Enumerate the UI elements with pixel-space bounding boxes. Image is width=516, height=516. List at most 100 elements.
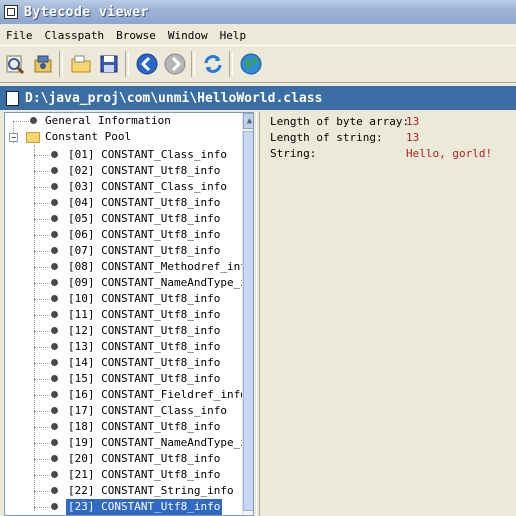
tree-node-pool-item[interactable]: [23] CONSTANT_Utf8_info — [5, 499, 241, 515]
tree-node-pool-item[interactable]: [19] CONSTANT_NameAndType_info — [5, 435, 253, 451]
splitter[interactable] — [256, 112, 260, 516]
tree-node-pool-item[interactable]: [01] CONSTANT_Class_info — [5, 147, 241, 163]
tree-node-pool-item[interactable]: [08] CONSTANT_Methodref_info — [5, 259, 253, 275]
tree-node-label: [04] CONSTANT_Utf8_info — [68, 196, 221, 209]
tree-node-label: General Information — [45, 114, 171, 127]
tree-line — [34, 203, 50, 205]
tree-line — [34, 475, 50, 477]
scroll-thumb[interactable] — [243, 131, 253, 511]
refresh-icon[interactable] — [200, 51, 226, 77]
menu-file[interactable]: File — [0, 29, 39, 42]
tree-node-label: [14] CONSTANT_Utf8_info — [68, 356, 221, 369]
tree-node-label: [10] CONSTANT_Utf8_info — [68, 292, 221, 305]
node-bullet-icon — [51, 439, 58, 446]
tree-node-pool-item[interactable]: [06] CONSTANT_Utf8_info — [5, 227, 241, 243]
menu-window[interactable]: Window — [162, 29, 214, 42]
node-bullet-icon — [30, 117, 37, 124]
detail-label: String: — [270, 147, 317, 160]
tree-line — [34, 379, 50, 381]
node-bullet-icon — [51, 279, 58, 286]
save-icon[interactable] — [96, 51, 122, 77]
tree-node-pool-item[interactable]: [14] CONSTANT_Utf8_info — [5, 355, 241, 371]
tree-line — [34, 187, 50, 189]
node-bullet-icon — [51, 295, 58, 302]
tree-node-label: [17] CONSTANT_Class_info — [68, 404, 227, 417]
tree-node-pool-item[interactable]: [13] CONSTANT_Utf8_info — [5, 339, 241, 355]
detail-row-byte-length: Length of byte array: 13 — [270, 114, 419, 130]
detail-value: Hello, gorld! — [406, 147, 493, 160]
tree-line — [34, 411, 50, 413]
web-icon[interactable] — [238, 51, 264, 77]
tree-node-pool-item[interactable]: [05] CONSTANT_Utf8_info — [5, 211, 241, 227]
tree-line — [34, 171, 50, 173]
tree-line — [34, 331, 50, 333]
tree-line — [34, 219, 50, 221]
toolbar-separator — [191, 51, 195, 77]
file-icon — [6, 90, 19, 106]
tree-node-pool-item[interactable]: [07] CONSTANT_Utf8_info — [5, 243, 241, 259]
node-bullet-icon — [51, 471, 58, 478]
menu-classpath[interactable]: Classpath — [39, 29, 111, 42]
scroll-up-icon[interactable]: ▲ — [243, 113, 253, 129]
tree-node-pool-item[interactable]: [16] CONSTANT_Fieldref_info — [5, 387, 247, 403]
tree-line — [34, 299, 50, 301]
tree-node-pool-item[interactable]: [15] CONSTANT_Utf8_info — [5, 371, 241, 387]
node-bullet-icon — [51, 167, 58, 174]
tree-node-pool-item[interactable]: [09] CONSTANT_NameAndType_info — [5, 275, 253, 291]
tree-node-pool-item[interactable]: [04] CONSTANT_Utf8_info — [5, 195, 241, 211]
detail-value: 13 — [406, 115, 420, 128]
node-bullet-icon — [51, 183, 58, 190]
tree-node-pool-item[interactable]: [02] CONSTANT_Utf8_info — [5, 163, 241, 179]
tree-node-label: [13] CONSTANT_Utf8_info — [68, 340, 221, 353]
collapse-icon[interactable]: − — [9, 133, 18, 142]
tree-node-pool-item[interactable]: [18] CONSTANT_Utf8_info — [5, 419, 241, 435]
detail-label: Length of string: — [270, 131, 383, 144]
tree-node-constant-pool[interactable]: − Constant Pool — [5, 129, 241, 145]
tree-node-label: [23] CONSTANT_Utf8_info — [66, 499, 223, 515]
tree-node-label: [06] CONSTANT_Utf8_info — [68, 228, 221, 241]
open-file-icon[interactable] — [2, 51, 28, 77]
menu-help[interactable]: Help — [214, 29, 253, 42]
tree-view[interactable]: General Information − Constant Pool [01]… — [4, 112, 254, 516]
tree-node-pool-item[interactable]: [17] CONSTANT_Class_info — [5, 403, 241, 419]
tree-node-label: [03] CONSTANT_Class_info — [68, 180, 227, 193]
forward-icon[interactable] — [162, 51, 188, 77]
node-bullet-icon — [51, 231, 58, 238]
tree-node-pool-item[interactable]: [22] CONSTANT_String_info — [5, 483, 241, 499]
tree-line — [34, 283, 50, 285]
open-archive-icon[interactable] — [30, 51, 56, 77]
tree-node-pool-item[interactable]: [03] CONSTANT_Class_info — [5, 179, 241, 195]
tree-scrollbar[interactable]: ▲ — [242, 113, 253, 515]
node-bullet-icon — [51, 343, 58, 350]
node-bullet-icon — [51, 247, 58, 254]
tree-node-general[interactable]: General Information — [5, 113, 241, 129]
tree-node-pool-item[interactable]: [12] CONSTANT_Utf8_info — [5, 323, 241, 339]
node-bullet-icon — [51, 391, 58, 398]
detail-row-string-length: Length of string: 13 — [270, 130, 419, 146]
menu-browse[interactable]: Browse — [110, 29, 162, 42]
node-bullet-icon — [51, 375, 58, 382]
node-bullet-icon — [51, 359, 58, 366]
file-path-bar: D:\java_proj\com\unmi\HelloWorld.class — [0, 86, 516, 110]
tree-node-pool-item[interactable]: [10] CONSTANT_Utf8_info — [5, 291, 241, 307]
tree-line — [34, 491, 50, 493]
tree-line — [34, 347, 50, 349]
tree-line — [34, 459, 50, 461]
tree-node-pool-item[interactable]: [11] CONSTANT_Utf8_info — [5, 307, 241, 323]
tree-node-pool-item[interactable]: [20] CONSTANT_Utf8_info — [5, 451, 241, 467]
tree-line — [34, 507, 50, 509]
tree-node-pool-item[interactable]: [21] CONSTANT_Utf8_info — [5, 467, 241, 483]
back-icon[interactable] — [134, 51, 160, 77]
node-bullet-icon — [51, 263, 58, 270]
tree-line — [34, 363, 50, 365]
open-folder-icon[interactable] — [68, 51, 94, 77]
app-icon — [4, 5, 18, 19]
node-bullet-icon — [51, 199, 58, 206]
tree-line — [34, 315, 50, 317]
node-bullet-icon — [51, 215, 58, 222]
detail-row-string: String: Hello, gorld! — [270, 146, 492, 162]
tree-node-label: Constant Pool — [45, 130, 132, 143]
tree-node-label: [12] CONSTANT_Utf8_info — [68, 324, 221, 337]
tree-node-label: [18] CONSTANT_Utf8_info — [68, 420, 221, 433]
toolbar-separator — [125, 51, 129, 77]
